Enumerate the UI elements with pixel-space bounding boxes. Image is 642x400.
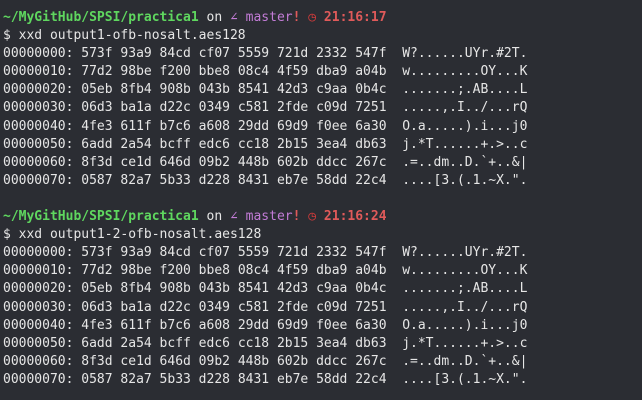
hexdump-output: 00000000: 573f 93a9 84cd cf07 5559 721d … [3, 244, 642, 389]
hex-ascii: .....,.I../...rQ [402, 299, 528, 315]
prompt-line: ~/MyGitHub/SPSI/practica1 on ∠ master! ◷… [3, 208, 642, 226]
hexdump-row: 00000070: 0587 82a7 5b33 d228 8431 eb7e … [3, 371, 642, 389]
hex-ascii: O.a.....).i...j0 [402, 317, 528, 333]
hex-ascii: j.*T......+.>..c [402, 136, 528, 152]
prompt-branch: master [237, 209, 293, 225]
hexdump-output: 00000000: 573f 93a9 84cd cf07 5559 721d … [3, 45, 642, 190]
hex-ascii: .....,.I../...rQ [402, 100, 528, 116]
hex-offset: 00000050: [3, 335, 74, 351]
prompt-line: ~/MyGitHub/SPSI/practica1 on ∠ master! ◷… [3, 9, 642, 27]
hex-offset: 00000060: [3, 353, 74, 369]
hex-bytes: 06d3 ba1a d22c 0349 c581 2fde c09d 7251 [81, 299, 387, 315]
hexdump-row: 00000060: 8f3d ce1d 646d 09b2 448b 602b … [3, 154, 642, 172]
hex-bytes: 06d3 ba1a d22c 0349 c581 2fde c09d 7251 [81, 100, 387, 116]
hex-bytes: 573f 93a9 84cd cf07 5559 721d 2332 547f [81, 46, 387, 62]
hexdump-row: 00000060: 8f3d ce1d 646d 09b2 448b 602b … [3, 353, 642, 371]
hexdump-row: 00000030: 06d3 ba1a d22c 0349 c581 2fde … [3, 299, 642, 317]
prompt-dirty-flag: ! [292, 10, 301, 25]
hex-ascii: O.a.....).i...j0 [402, 118, 528, 134]
hex-ascii: .......;.AB....L [402, 281, 528, 297]
prompt-path: ~/MyGitHub/SPSI/practica1 [3, 209, 199, 225]
hex-offset: 00000070: [3, 172, 74, 188]
hexdump-row: 00000010: 77d2 98be f200 bbe8 08c4 4f59 … [3, 262, 642, 280]
hex-offset: 00000010: [3, 263, 74, 279]
clock-icon: ◷ [308, 209, 317, 225]
hex-bytes: 573f 93a9 84cd cf07 5559 721d 2332 547f [81, 245, 387, 261]
hex-bytes: 77d2 98be f200 bbe8 08c4 4f59 dba9 a04b [81, 64, 387, 80]
hex-bytes: 05eb 8fb4 908b 043b 8541 42d3 c9aa 0b4c [81, 281, 387, 297]
hex-ascii: W?......UYr.#2T. [402, 46, 528, 62]
hex-offset: 00000020: [3, 82, 74, 98]
hex-ascii: ....[3.(.1.~X.". [402, 371, 528, 387]
hex-ascii: w.........OY...K [402, 64, 528, 80]
clock-icon: ◷ [308, 10, 317, 25]
hexdump-row: 00000050: 6add 2a54 bcff edc6 cc18 2b15 … [3, 136, 642, 154]
hex-offset: 00000000: [3, 245, 74, 261]
hex-bytes: 6add 2a54 bcff edc6 cc18 2b15 3ea4 db63 [81, 136, 387, 152]
terminal-window[interactable]: ~/MyGitHub/SPSI/practica1 on ∠ master! ◷… [0, 0, 642, 400]
prompt-path: ~/MyGitHub/SPSI/practica1 [3, 10, 199, 25]
hex-bytes: 8f3d ce1d 646d 09b2 448b 602b ddcc 267c [81, 353, 387, 369]
git-branch-icon: ∠ [229, 209, 238, 225]
hexdump-row: 00000040: 4fe3 611f b7c6 a608 29dd 69d9 … [3, 317, 642, 335]
hex-bytes: 4fe3 611f b7c6 a608 29dd 69d9 f0ee 6a30 [81, 317, 387, 333]
hex-ascii: .......;.AB....L [402, 82, 528, 98]
hex-bytes: 05eb 8fb4 908b 043b 8541 42d3 c9aa 0b4c [81, 82, 387, 98]
hex-ascii: ....[3.(.1.~X.". [402, 172, 528, 188]
hex-offset: 00000010: [3, 64, 74, 80]
git-branch-icon: ∠ [229, 10, 238, 25]
command-line: $ xxd output1-2-ofb-nosalt.aes128 [3, 227, 262, 243]
hex-bytes: 8f3d ce1d 646d 09b2 448b 602b ddcc 267c [81, 154, 387, 170]
hex-offset: 00000030: [3, 100, 74, 116]
hexdump-row: 00000040: 4fe3 611f b7c6 a608 29dd 69d9 … [3, 118, 642, 136]
hex-offset: 00000030: [3, 299, 74, 315]
command-line: $ xxd output1-ofb-nosalt.aes128 [3, 28, 246, 44]
hex-ascii: .=..dm..D.`+..&| [402, 353, 528, 369]
hexdump-row: 00000070: 0587 82a7 5b33 d228 8431 eb7e … [3, 172, 642, 190]
hex-offset: 00000040: [3, 317, 74, 333]
hex-bytes: 77d2 98be f200 bbe8 08c4 4f59 dba9 a04b [81, 263, 387, 279]
hexdump-row: 00000010: 77d2 98be f200 bbe8 08c4 4f59 … [3, 63, 642, 81]
hex-bytes: 6add 2a54 bcff edc6 cc18 2b15 3ea4 db63 [81, 335, 387, 351]
hex-ascii: w.........OY...K [402, 263, 528, 279]
prompt-dirty-flag: ! [292, 209, 301, 225]
hex-offset: 00000020: [3, 281, 74, 297]
prompt-time: 21:16:24 [323, 209, 387, 225]
prompt-time: 21:16:17 [323, 10, 387, 25]
hex-bytes: 0587 82a7 5b33 d228 8431 eb7e 58dd 22c4 [81, 172, 387, 188]
prompt-branch: master [237, 10, 293, 25]
hexdump-row: 00000020: 05eb 8fb4 908b 043b 8541 42d3 … [3, 81, 642, 99]
hexdump-row: 00000020: 05eb 8fb4 908b 043b 8541 42d3 … [3, 280, 642, 298]
hex-offset: 00000040: [3, 118, 74, 134]
hex-ascii: j.*T......+.>..c [402, 335, 528, 351]
hex-offset: 00000070: [3, 371, 74, 387]
hex-ascii: W?......UYr.#2T. [402, 245, 528, 261]
prompt-on: on [198, 209, 230, 225]
hex-offset: 00000000: [3, 46, 74, 62]
hexdump-row: 00000000: 573f 93a9 84cd cf07 5559 721d … [3, 244, 642, 262]
hex-bytes: 0587 82a7 5b33 d228 8431 eb7e 58dd 22c4 [81, 371, 387, 387]
hexdump-row: 00000030: 06d3 ba1a d22c 0349 c581 2fde … [3, 99, 642, 117]
hex-bytes: 4fe3 611f b7c6 a608 29dd 69d9 f0ee 6a30 [81, 118, 387, 134]
prompt-on: on [198, 10, 230, 25]
hexdump-row: 00000000: 573f 93a9 84cd cf07 5559 721d … [3, 45, 642, 63]
hex-offset: 00000050: [3, 136, 74, 152]
hex-offset: 00000060: [3, 154, 74, 170]
hexdump-row: 00000050: 6add 2a54 bcff edc6 cc18 2b15 … [3, 335, 642, 353]
hex-ascii: .=..dm..D.`+..&| [402, 154, 528, 170]
